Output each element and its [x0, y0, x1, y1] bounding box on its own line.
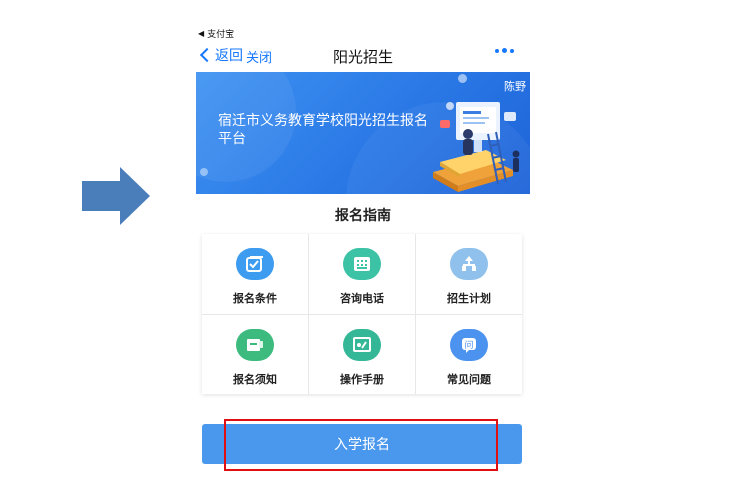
guide-item-manual[interactable]: 操作手册 — [309, 314, 415, 394]
enrollment-illustration-icon — [433, 102, 520, 192]
back-to-app-icon[interactable]: ◀ — [198, 29, 204, 38]
status-app-name[interactable]: 支付宝 — [207, 27, 234, 40]
chevron-left-icon — [199, 47, 215, 63]
enroll-button[interactable]: 入学报名 — [202, 424, 522, 464]
guide-grid: 报名条件 咨询电话 招生计划 报名须知 操作手册 问 常见问题 — [202, 234, 522, 394]
guide-item-phone[interactable]: 咨询电话 — [309, 234, 415, 314]
phone-keypad-icon — [343, 248, 381, 280]
guide-item-label: 报名须知 — [233, 372, 277, 386]
manual-screen-icon — [343, 328, 381, 361]
pointer-arrow-icon — [82, 167, 150, 225]
checkbox-icon — [236, 248, 274, 280]
guide-item-plan[interactable]: 招生计划 — [416, 234, 522, 314]
navigation-bar: 返回 关闭 阳光招生 — [196, 42, 530, 70]
more-menu-icon[interactable] — [495, 48, 514, 53]
guide-item-conditions[interactable]: 报名条件 — [202, 234, 308, 314]
question-bubble-icon: 问 — [450, 328, 488, 361]
notice-board-icon — [236, 328, 274, 361]
guide-item-label: 操作手册 — [340, 372, 384, 386]
back-label: 返回 — [215, 48, 243, 64]
guide-item-label: 咨询电话 — [340, 292, 384, 305]
org-chart-icon — [450, 248, 488, 280]
hero-banner: 宿迁市义务教育学校阳光招生报名平台 陈野 — [196, 72, 530, 194]
guide-item-label: 报名条件 — [233, 292, 277, 305]
banner-title: 宿迁市义务教育学校阳光招生报名平台 — [218, 113, 428, 147]
svg-text:问: 问 — [464, 339, 473, 351]
guide-item-label: 常见问题 — [447, 372, 491, 386]
phone-screen: ◀ 支付宝 返回 关闭 阳光招生 宿迁市义务教育学校阳光招生报名平台 陈野 报名… — [196, 22, 530, 485]
status-bar: ◀ 支付宝 — [198, 26, 234, 40]
guide-item-label: 招生计划 — [447, 292, 491, 305]
guide-section-title: 报名指南 — [335, 208, 391, 224]
guide-item-faq[interactable]: 问 常见问题 — [416, 314, 522, 394]
close-button[interactable]: 关闭 — [246, 47, 272, 66]
guide-item-notice[interactable]: 报名须知 — [202, 314, 308, 394]
back-button[interactable]: 返回 — [198, 45, 243, 65]
